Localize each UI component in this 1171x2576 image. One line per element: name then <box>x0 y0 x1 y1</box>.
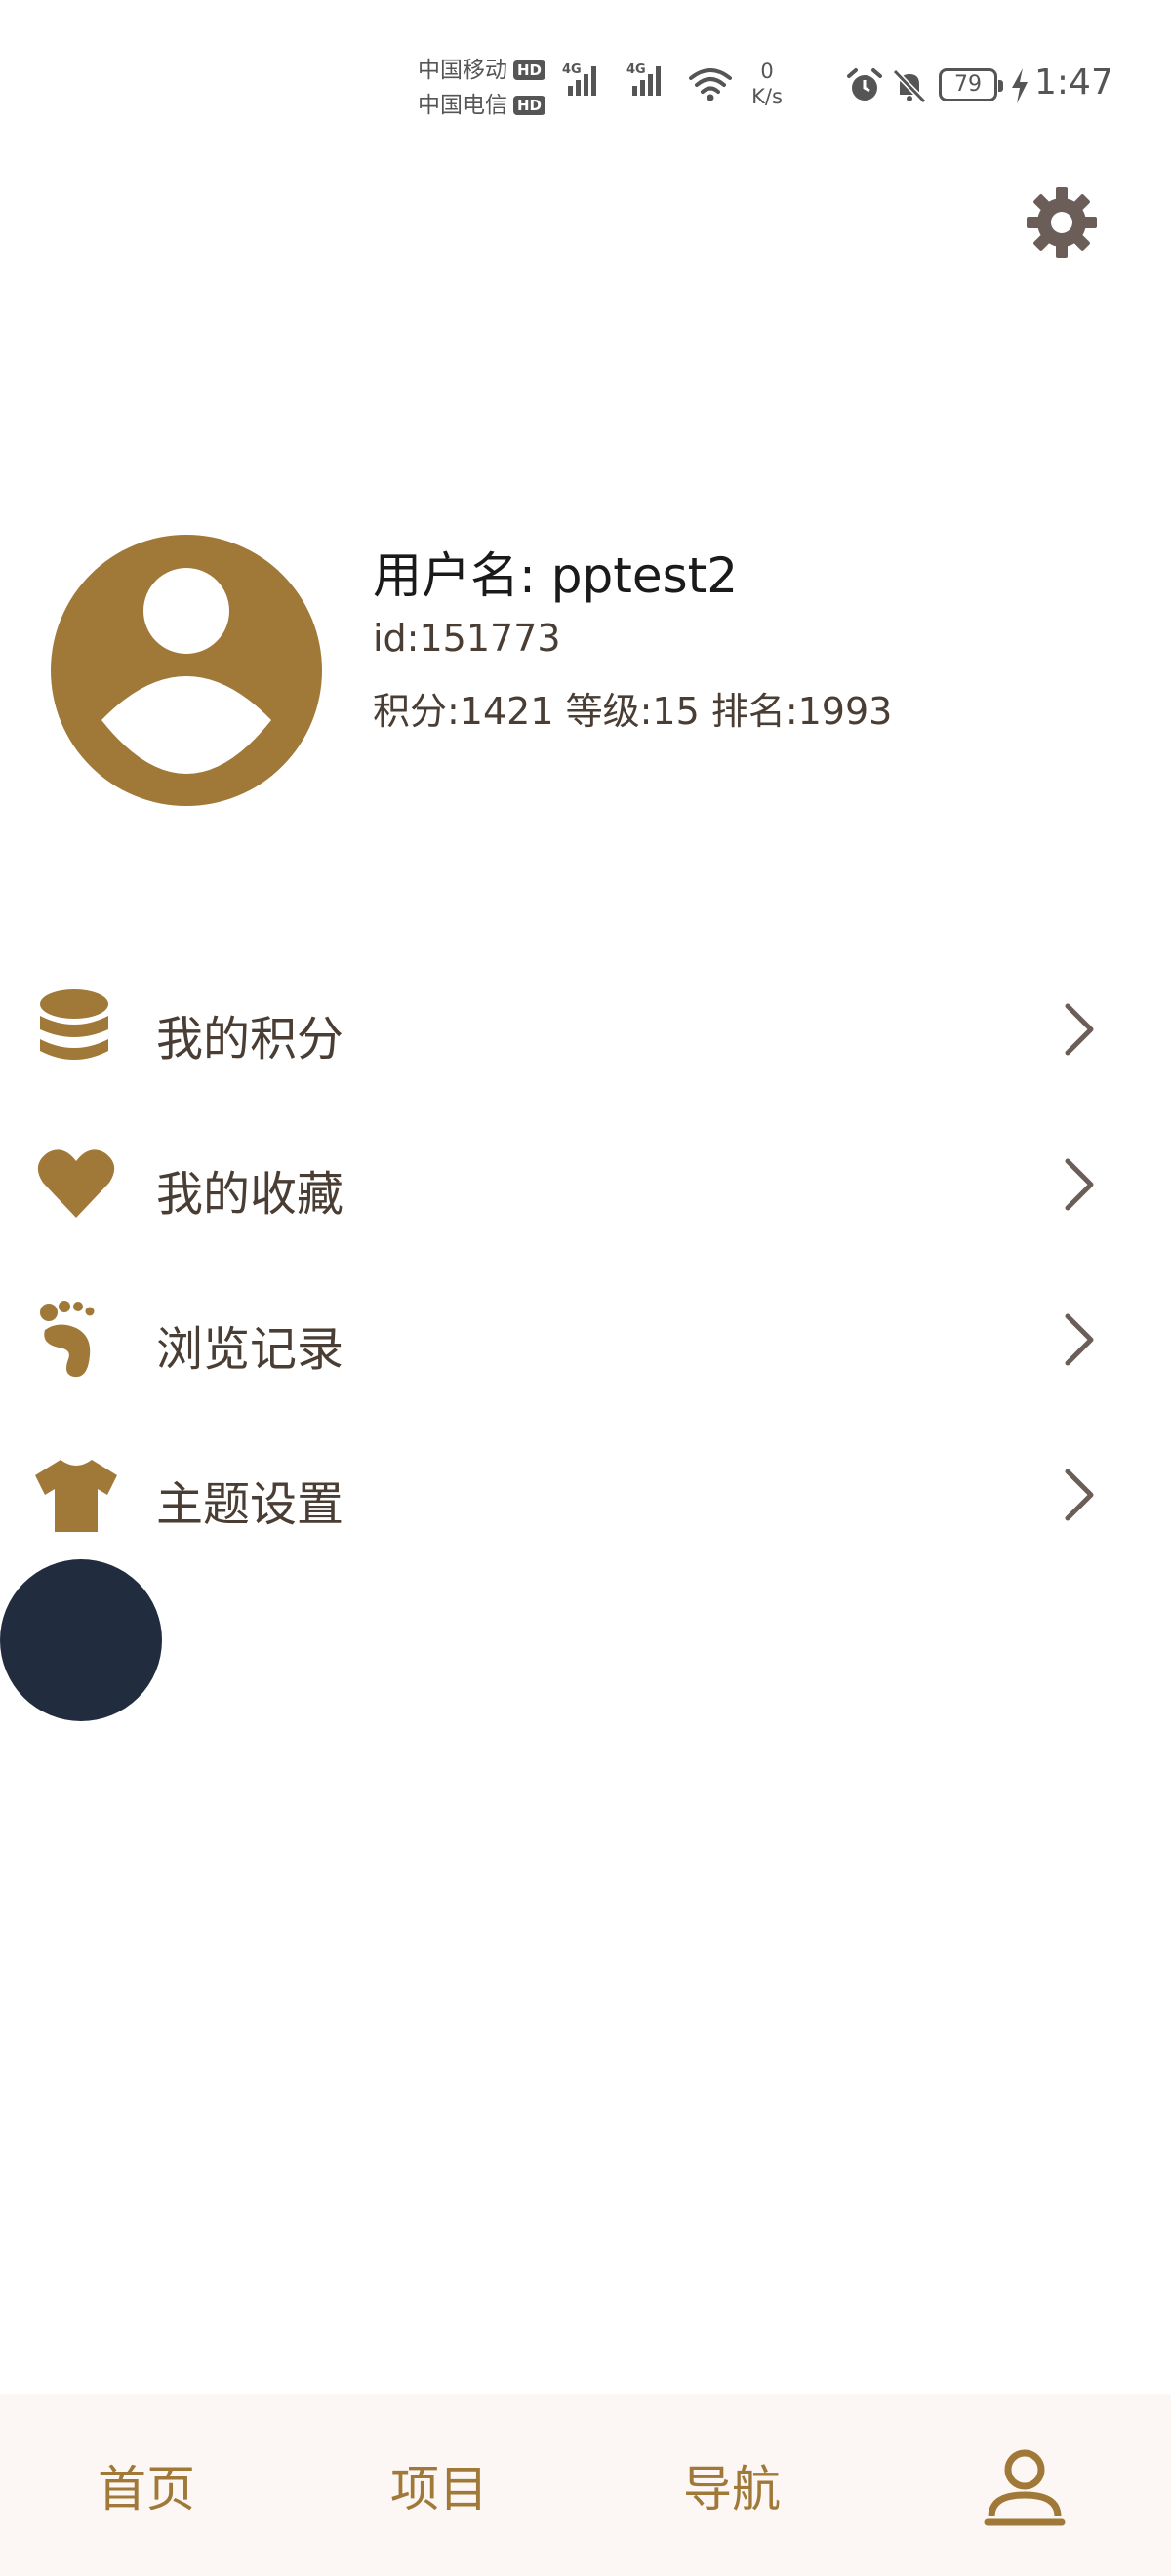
signal-1-icon: 4G <box>562 62 596 96</box>
carrier-2-label: 中国电信 <box>418 93 507 118</box>
speed-value: 0 <box>760 60 774 83</box>
tshirt-icon <box>35 1460 117 1532</box>
menu-item-theme[interactable]: 主题设置 <box>0 1417 1171 1572</box>
network-tag: 4G <box>626 62 646 77</box>
status-bar: 中国移动 HD 中国电信 HD 4G 4G 0 K/s 79 1:47 <box>0 0 1171 146</box>
user-id: id:151773 <box>373 617 561 660</box>
username: 用户名: pptest2 <box>373 547 739 604</box>
gear-icon[interactable] <box>1025 185 1099 260</box>
tab-mine[interactable] <box>956 2394 1093 2576</box>
bell-muted-icon <box>892 68 927 104</box>
hd-badge: HD <box>513 60 546 80</box>
carrier-info: 中国移动 HD 中国电信 HD <box>418 53 546 123</box>
menu-item-points[interactable]: 我的积分 <box>0 951 1171 1107</box>
user-stats: 积分:1421 等级:15 排名:1993 <box>373 690 893 733</box>
coins-icon <box>40 989 108 1060</box>
carrier-1-label: 中国移动 <box>418 58 507 83</box>
speed-unit: K/s <box>751 85 783 108</box>
bottom-nav: 首页 项目 导航 <box>0 2394 1171 2576</box>
floating-button[interactable] <box>0 1559 162 1721</box>
wifi-icon <box>689 68 732 101</box>
hd-badge: HD <box>513 96 546 115</box>
menu-label: 我的积分 <box>156 1012 344 1067</box>
menu-item-history[interactable]: 浏览记录 <box>0 1262 1171 1417</box>
alarm-icon <box>847 68 882 101</box>
chevron-right-icon <box>1065 1158 1094 1211</box>
avatar[interactable] <box>51 535 322 806</box>
tab-project[interactable]: 项目 <box>342 2394 537 2576</box>
chevron-right-icon <box>1065 1469 1094 1521</box>
menu-label: 我的收藏 <box>156 1167 344 1222</box>
clock: 1:47 <box>1034 62 1113 102</box>
user-avatar-icon <box>101 568 271 774</box>
menu-label: 主题设置 <box>156 1477 344 1532</box>
battery-indicator: 79 <box>939 68 1003 101</box>
chevron-right-icon <box>1065 1313 1094 1366</box>
tab-guide[interactable]: 导航 <box>634 2394 829 2576</box>
heart-icon <box>37 1149 115 1218</box>
network-tag: 4G <box>562 62 582 77</box>
menu-item-favorites[interactable]: 我的收藏 <box>0 1107 1171 1262</box>
network-speed: 0 K/s <box>742 59 792 109</box>
footprint-icon <box>40 1301 95 1378</box>
signal-2-icon: 4G <box>626 62 661 96</box>
tab-home[interactable]: 首页 <box>49 2394 244 2576</box>
chevron-right-icon <box>1065 1003 1094 1056</box>
person-icon <box>984 2449 1066 2525</box>
charging-icon <box>1012 68 1028 103</box>
profile-menu: 我的积分 我的收藏 浏览记录 主题设置 <box>0 951 1171 1572</box>
menu-label: 浏览记录 <box>156 1322 344 1377</box>
